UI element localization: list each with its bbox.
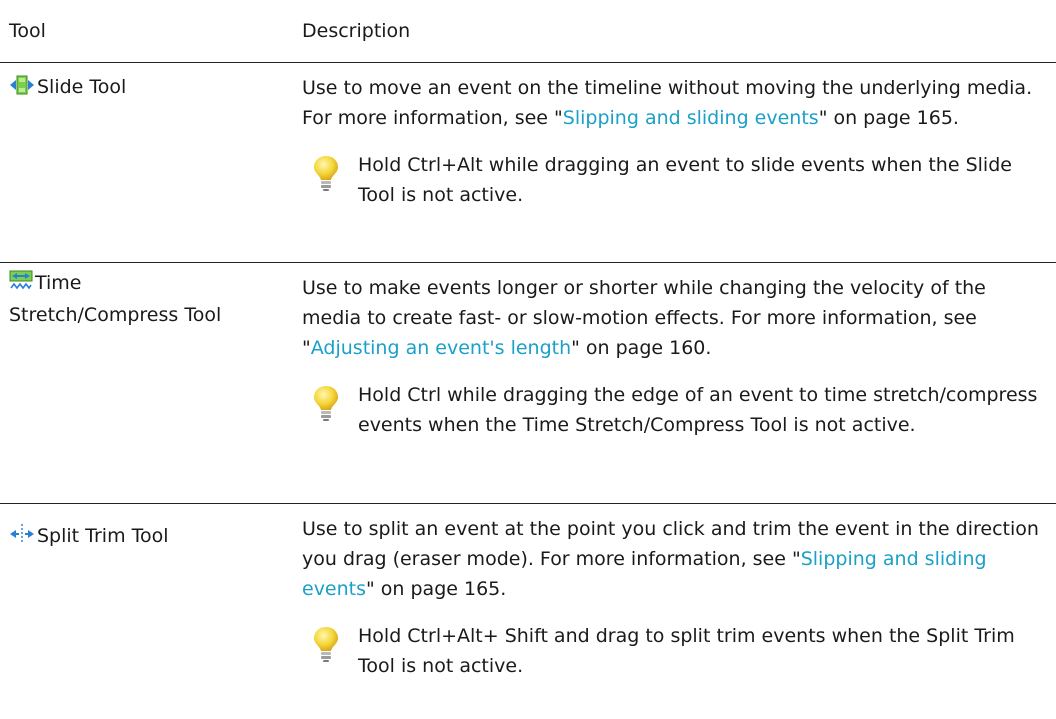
tool-name-line-2: Stretch/Compress Tool bbox=[9, 304, 222, 326]
tools-table: Tool Description Slide Tool Use to move … bbox=[0, 0, 1056, 719]
header-description: Description bbox=[302, 20, 411, 42]
description-cell: Use to move an event on the timeline wit… bbox=[302, 73, 1047, 210]
table-row-time-stretch-tool: Time Stretch/Compress Tool Use to make e… bbox=[0, 263, 1056, 504]
description-cell: Use to make events longer or shorter whi… bbox=[302, 273, 1047, 440]
tool-cell: Time Stretch/Compress Tool bbox=[9, 269, 289, 330]
tool-name: Slide Tool bbox=[37, 76, 127, 98]
description-text: Use to make events longer or shorter whi… bbox=[302, 277, 986, 359]
link-slipping-sliding-events[interactable]: Slipping and sliding events bbox=[563, 107, 819, 129]
description-text: Use to move an event on the timeline wit… bbox=[302, 77, 1033, 129]
tip-text: Hold Ctrl while dragging the edge of an … bbox=[358, 384, 1038, 436]
tip-note: Hold Ctrl+Alt while dragging an event to… bbox=[302, 150, 1047, 210]
slide-tool-icon bbox=[9, 74, 35, 105]
tip-text: Hold Ctrl+Alt+ Shift and drag to split t… bbox=[358, 625, 1015, 677]
tool-cell: Slide Tool bbox=[9, 73, 289, 105]
tip-note: Hold Ctrl while dragging the edge of an … bbox=[302, 380, 1047, 440]
link-adjusting-event-length[interactable]: Adjusting an event's length bbox=[311, 337, 571, 359]
lightbulb-icon bbox=[312, 154, 340, 201]
tool-name-line-1: Time bbox=[35, 272, 82, 294]
tool-cell: Split Trim Tool bbox=[9, 522, 289, 554]
table-row-slide-tool: Slide Tool Use to move an event on the t… bbox=[0, 63, 1056, 263]
table-row-split-trim-tool: Split Trim Tool Use to split an event at… bbox=[0, 504, 1056, 719]
table-header: Tool Description bbox=[0, 0, 1056, 63]
tool-name: Split Trim Tool bbox=[37, 525, 169, 547]
split-trim-tool-icon bbox=[9, 523, 35, 554]
description-text: Use to split an event at the point you c… bbox=[302, 518, 1039, 600]
lightbulb-icon bbox=[312, 384, 340, 431]
description-cell: Use to split an event at the point you c… bbox=[302, 514, 1047, 681]
time-stretch-tool-icon bbox=[9, 270, 33, 301]
header-tool: Tool bbox=[9, 20, 46, 42]
tip-text: Hold Ctrl+Alt while dragging an event to… bbox=[358, 154, 1012, 206]
tip-note: Hold Ctrl+Alt+ Shift and drag to split t… bbox=[302, 621, 1047, 681]
lightbulb-icon bbox=[312, 625, 340, 672]
